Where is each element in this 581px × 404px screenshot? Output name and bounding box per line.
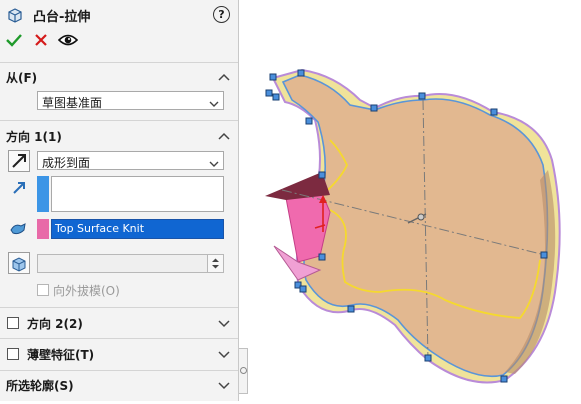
face-surface-icon [9,221,27,240]
divider [0,338,238,339]
face-selection-box[interactable]: Top Surface Knit [51,219,224,239]
control-point [318,171,326,179]
thin-feature-section-title[interactable]: 薄壁特征(T) [27,346,94,363]
start-condition-value: 草图基准面 [42,96,103,110]
eye-icon[interactable] [57,33,79,50]
direction-vector-icon [11,180,27,199]
start-condition-select[interactable]: 草图基准面 [37,91,224,110]
direction1-section-title[interactable]: 方向 1(1) [6,128,62,145]
control-point [305,117,313,125]
direction-vector-color-indicator [37,176,49,212]
control-point [370,104,378,112]
draft-outward-checkbox[interactable] [37,284,49,296]
direction2-checkbox[interactable] [7,317,19,329]
direction-vector-selection-box[interactable] [51,176,224,212]
control-point [418,92,426,100]
control-point [347,305,355,313]
model-preview [265,68,561,384]
draft-toggle-button[interactable] [8,252,30,274]
end-condition-select[interactable]: 成形到面 [37,151,224,170]
control-point [424,354,432,362]
chevron-down-icon [209,97,219,111]
from-section-title[interactable]: 从(F) [6,69,37,86]
divider [0,62,238,63]
control-point [297,69,305,77]
reverse-direction-button[interactable] [8,150,30,172]
thin-feature-checkbox[interactable] [7,348,19,360]
draft-angle-spinner[interactable] [37,254,224,273]
extrude-boss-icon [6,6,24,27]
control-point [269,73,277,81]
cancel-x-icon[interactable] [34,33,48,50]
control-point [540,251,548,259]
face-color-indicator [37,219,49,239]
panel-border [238,0,239,401]
chevron-down-icon[interactable] [218,380,230,390]
selected-contours-section-title[interactable]: 所选轮廓(S) [6,377,74,394]
control-point [299,285,307,293]
selected-face-label: Top Surface Knit [55,222,145,235]
draft-icon [12,257,26,272]
help-icon[interactable]: ? [213,6,230,23]
spinner-arrows[interactable] [207,255,223,272]
divider [0,307,238,308]
chevron-up-icon[interactable] [218,130,230,140]
divider [0,120,238,121]
reverse-direction-icon [12,154,26,168]
chevron-up-icon[interactable] [218,71,230,81]
chevron-down-icon[interactable] [218,349,230,359]
control-point [265,89,273,97]
control-point [272,93,280,101]
end-condition-value: 成形到面 [42,156,91,170]
feature-title: 凸台-拉伸 [33,10,91,25]
property-manager-panel: 凸台-拉伸 ? 从(F) 草图基准面 方向 1(1) 成形到面 Top Surf… [0,0,238,401]
graphics-viewport[interactable] [247,0,581,401]
draft-outward-label: 向外拔模(O) [53,284,120,298]
control-point [318,253,326,261]
handle-dot-icon [240,367,247,374]
feature-header: 凸台-拉伸 ? [6,5,232,25]
ok-checkmark-icon[interactable] [6,32,22,51]
control-point [490,108,498,116]
chevron-down-icon [209,157,219,171]
control-point [500,375,508,383]
direction2-section-title[interactable]: 方向 2(2) [27,315,83,332]
chevron-down-icon[interactable] [218,318,230,328]
divider [0,370,238,371]
